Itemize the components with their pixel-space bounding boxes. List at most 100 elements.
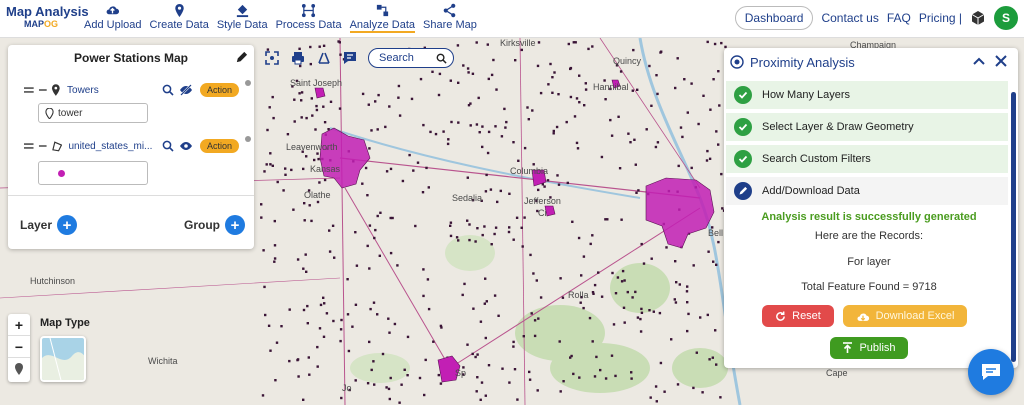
- collapse-dash-icon[interactable]: [38, 86, 48, 94]
- tower-point: [658, 311, 662, 315]
- tower-point: [528, 370, 531, 374]
- location-button[interactable]: [8, 358, 30, 380]
- nav-label: Share Map: [423, 19, 477, 31]
- add-layer-button[interactable]: +: [57, 215, 78, 235]
- drag-handle-icon[interactable]: [24, 142, 34, 150]
- tower-point: [379, 211, 382, 214]
- tower-point: [520, 226, 523, 229]
- step-label: Select Layer & Draw Geometry: [762, 121, 914, 133]
- zoom-to-layer-icon[interactable]: [162, 84, 174, 96]
- tower-point: [576, 147, 580, 150]
- pricing-link[interactable]: Pricing |: [919, 11, 962, 25]
- cube-icon[interactable]: [970, 10, 986, 26]
- tower-point: [474, 240, 477, 243]
- tower-point: [305, 270, 308, 273]
- nav-process-data[interactable]: Process Data: [272, 3, 346, 33]
- zoom-in-button[interactable]: +: [8, 314, 30, 336]
- map-type-thumbnail[interactable]: [40, 336, 86, 382]
- style-color-dot: [58, 170, 65, 177]
- tower-point: [276, 180, 279, 184]
- avatar[interactable]: S: [994, 6, 1018, 30]
- tower-point: [476, 376, 479, 379]
- eye-visible-icon[interactable]: [179, 140, 193, 152]
- nav-share-map[interactable]: Share Map: [419, 3, 481, 33]
- eye-hidden-icon[interactable]: [179, 84, 193, 96]
- tower-point: [695, 351, 698, 354]
- layer-row-united-states[interactable]: united_states_mi... Action: [24, 136, 251, 154]
- tower-point: [610, 134, 614, 137]
- scrollbar-thumb[interactable]: [1011, 92, 1016, 362]
- edit-pencil-icon[interactable]: [235, 51, 248, 64]
- layer-action-button[interactable]: Action: [199, 83, 239, 97]
- publish-button[interactable]: Publish: [830, 337, 908, 359]
- nav-analyze-data[interactable]: Analyze Data: [346, 3, 419, 33]
- tower-point: [429, 130, 432, 134]
- tower-point: [308, 373, 311, 376]
- zoom-out-button[interactable]: −: [8, 336, 30, 358]
- tower-point: [562, 380, 565, 383]
- tower-point: [715, 130, 718, 133]
- tower-point: [387, 317, 390, 320]
- nav-style-data[interactable]: Style Data: [213, 3, 272, 33]
- tower-point: [559, 390, 562, 393]
- tower-point: [466, 67, 470, 70]
- check-circle-icon: [734, 118, 752, 136]
- contact-link[interactable]: Contact us: [821, 11, 878, 25]
- tower-point: [640, 307, 643, 311]
- chevron-up-icon[interactable]: [972, 54, 986, 68]
- tower-point: [338, 41, 341, 44]
- tower-point: [372, 360, 375, 363]
- fullscreen-icon[interactable]: [264, 50, 280, 66]
- layer-name[interactable]: Towers: [67, 85, 158, 96]
- step-custom-filters[interactable]: Search Custom Filters: [726, 145, 1008, 173]
- tower-point: [618, 167, 622, 170]
- map-search-input[interactable]: Search: [368, 48, 454, 68]
- step-select-layer[interactable]: Select Layer & Draw Geometry: [726, 113, 1008, 141]
- edit-pencil-icon: [734, 182, 752, 200]
- tower-point: [466, 176, 469, 179]
- point-layer-icon: [52, 84, 61, 96]
- place-label: Ci: [538, 208, 547, 218]
- tower-point: [296, 258, 300, 261]
- tower-point: [557, 93, 560, 96]
- download-excel-button[interactable]: Download Excel: [843, 305, 967, 327]
- close-icon[interactable]: [994, 54, 1008, 68]
- tower-point: [639, 317, 642, 321]
- chat-button[interactable]: [968, 349, 1014, 395]
- tower-point: [370, 368, 373, 372]
- print-icon[interactable]: [290, 50, 306, 66]
- tower-point: [656, 141, 660, 144]
- add-group-button[interactable]: +: [225, 215, 245, 235]
- step-how-many-layers[interactable]: How Many Layers: [726, 81, 1008, 109]
- tower-point: [481, 145, 484, 149]
- reset-button[interactable]: Reset: [762, 305, 834, 327]
- measure-icon[interactable]: [316, 50, 332, 66]
- nav-create-data[interactable]: Create Data: [146, 3, 213, 33]
- comment-icon[interactable]: [342, 50, 358, 66]
- layer-style-swatch[interactable]: [38, 161, 148, 185]
- tower-point: [398, 114, 402, 117]
- layer-row-towers[interactable]: Towers Action: [24, 80, 251, 98]
- nav-add-upload[interactable]: Add Upload: [80, 3, 146, 33]
- layer-name[interactable]: united_states_mi...: [68, 141, 158, 152]
- zoom-to-layer-icon[interactable]: [162, 140, 174, 152]
- tower-point: [686, 111, 689, 114]
- tower-point: [485, 173, 488, 177]
- dashboard-button[interactable]: Dashboard: [734, 6, 814, 30]
- tower-point: [318, 327, 322, 330]
- nav-label: Create Data: [149, 19, 209, 31]
- app-logo[interactable]: Map Analysis MAPOG: [6, 4, 89, 29]
- tower-point: [322, 296, 325, 299]
- layer-filter-tower[interactable]: tower: [38, 103, 148, 123]
- status-dot: [244, 80, 251, 86]
- tower-point: [718, 104, 721, 107]
- faq-link[interactable]: FAQ: [887, 11, 911, 25]
- tower-point: [593, 375, 597, 378]
- collapse-dash-icon[interactable]: [38, 142, 48, 150]
- tower-point: [595, 355, 598, 359]
- layer-action-button[interactable]: Action: [199, 139, 239, 153]
- tower-point: [512, 345, 515, 348]
- step-add-download-data[interactable]: Add/Download Data: [726, 177, 1008, 205]
- drag-handle-icon[interactable]: [24, 86, 34, 94]
- place-label: Hannibal: [593, 82, 629, 92]
